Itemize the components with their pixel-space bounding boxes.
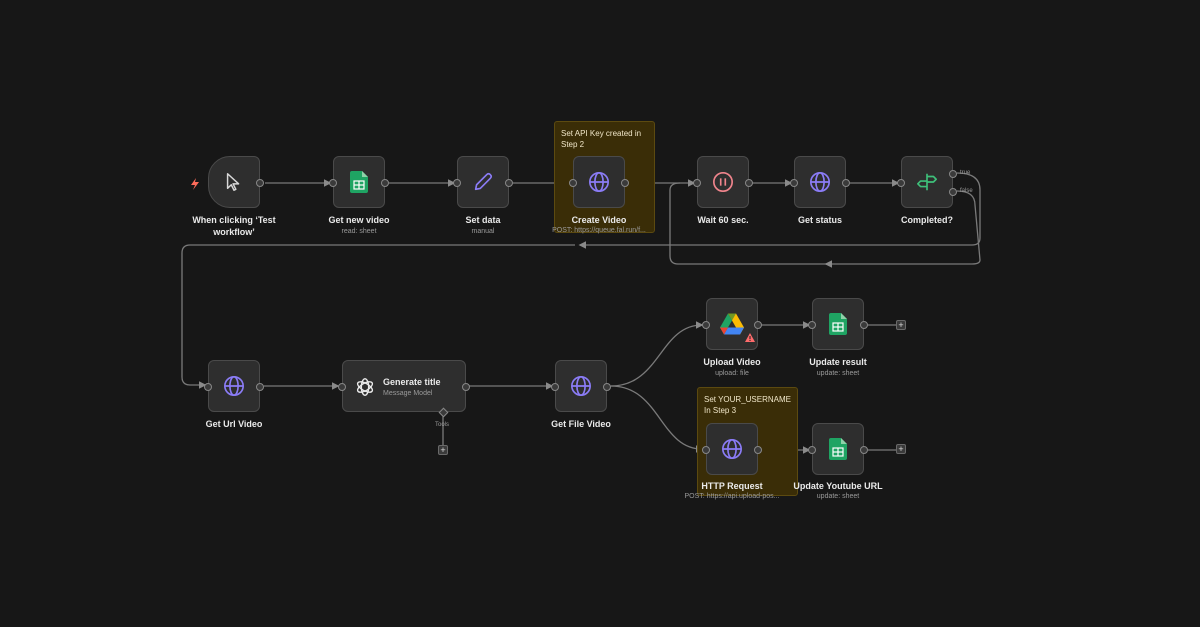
wait-output-handle[interactable] xyxy=(745,179,753,187)
completed-true-handle[interactable] xyxy=(949,170,957,178)
get-file-video-input-handle[interactable] xyxy=(551,383,559,391)
node-set-data[interactable] xyxy=(453,156,513,208)
get-file-video-output-handle[interactable] xyxy=(603,383,611,391)
get-status-output-handle[interactable] xyxy=(842,179,850,187)
sub-get-new-video: read: sheet xyxy=(341,228,377,235)
node-http-request[interactable] xyxy=(702,423,762,475)
update-result-output-handle[interactable] xyxy=(860,321,868,329)
sub-update-result: update: sheet xyxy=(816,370,860,377)
add-tool-button[interactable]: + xyxy=(438,445,448,455)
label-set-data: Set data xyxy=(465,215,501,225)
node-create-video[interactable] xyxy=(569,156,629,208)
get-url-video-input-handle[interactable] xyxy=(204,383,212,391)
add-after-update-youtube-button[interactable]: + xyxy=(896,444,906,454)
pause-icon xyxy=(712,171,734,193)
wait-input-handle[interactable] xyxy=(693,179,701,187)
cursor-icon xyxy=(223,171,245,193)
generate-title-label: Generate title xyxy=(383,377,441,387)
upload-video-output-handle[interactable] xyxy=(754,321,762,329)
trigger-output-handle[interactable] xyxy=(256,179,264,187)
signpost-icon xyxy=(916,171,938,193)
label-update-youtube-url: Update Youtube URL xyxy=(793,481,883,491)
sub-update-youtube-url: update: sheet xyxy=(816,493,860,500)
node-get-file-video[interactable] xyxy=(551,360,611,412)
label-get-status: Get status xyxy=(797,215,842,225)
openai-icon xyxy=(354,376,376,403)
google-sheets-icon xyxy=(829,438,847,460)
label-create-video: Create Video xyxy=(571,215,627,225)
label-get-new-video: Get new video xyxy=(328,215,390,225)
note-username-text: Set YOUR_USERNAME In Step 3 xyxy=(704,395,794,415)
completed-false-handle[interactable] xyxy=(949,188,957,196)
completed-true-label: true xyxy=(960,170,971,176)
upload-video-input-handle[interactable] xyxy=(702,321,710,329)
node-get-new-video[interactable] xyxy=(329,156,389,208)
set-data-output-handle[interactable] xyxy=(505,179,513,187)
get-url-video-output-handle[interactable] xyxy=(256,383,264,391)
http-request-output-handle[interactable] xyxy=(754,446,762,454)
completed-false-label: false xyxy=(960,188,973,194)
http-request-input-handle[interactable] xyxy=(702,446,710,454)
generate-title-output-handle[interactable] xyxy=(462,383,470,391)
generate-title-sub: Message Model xyxy=(383,390,433,397)
node-update-youtube-url[interactable] xyxy=(808,423,868,475)
create-video-output-handle[interactable] xyxy=(621,179,629,187)
label-update-result: Update result xyxy=(809,357,867,367)
generate-title-input-handle[interactable] xyxy=(338,383,346,391)
globe-icon xyxy=(721,438,743,460)
globe-icon xyxy=(588,171,610,193)
warning-icon xyxy=(745,329,755,347)
trigger-bolt-icon xyxy=(190,177,200,195)
get-status-input-handle[interactable] xyxy=(790,179,798,187)
node-completed[interactable] xyxy=(897,156,957,208)
label-get-url-video: Get Url Video xyxy=(205,419,263,429)
node-upload-video[interactable] xyxy=(702,298,762,350)
get-new-video-output-handle[interactable] xyxy=(381,179,389,187)
google-sheets-icon xyxy=(350,171,368,193)
get-new-video-input-handle[interactable] xyxy=(329,179,337,187)
create-video-input-handle[interactable] xyxy=(569,179,577,187)
node-update-result[interactable] xyxy=(808,298,868,350)
label-completed: Completed? xyxy=(900,215,953,225)
label-get-file-video: Get File Video xyxy=(551,419,611,429)
update-result-input-handle[interactable] xyxy=(808,321,816,329)
label-http-request: HTTP Request xyxy=(701,481,763,491)
update-youtube-output-handle[interactable] xyxy=(860,446,868,454)
node-trigger[interactable] xyxy=(208,156,264,208)
label-upload-video: Upload Video xyxy=(703,357,761,367)
sub-create-video: POST: https://queue.fal.run/f... xyxy=(552,227,646,234)
sub-set-data: manual xyxy=(471,228,495,235)
google-sheets-icon xyxy=(829,313,847,335)
set-data-input-handle[interactable] xyxy=(453,179,461,187)
pencil-icon xyxy=(472,171,494,193)
completed-input-handle[interactable] xyxy=(897,179,905,187)
google-drive-icon xyxy=(720,313,744,335)
note-api-key-text: Set API Key created in Step 2 xyxy=(561,129,644,149)
globe-icon xyxy=(223,375,245,397)
node-wait[interactable] xyxy=(693,156,753,208)
node-get-status[interactable] xyxy=(790,156,850,208)
node-generate-title[interactable]: Generate title Message Model xyxy=(338,360,470,418)
globe-icon xyxy=(809,171,831,193)
node-get-url-video[interactable] xyxy=(204,360,264,412)
globe-icon xyxy=(570,375,592,397)
update-youtube-input-handle[interactable] xyxy=(808,446,816,454)
label-trigger: When clicking ‘Test workflow’ xyxy=(192,215,276,237)
tools-label: Tools xyxy=(435,422,450,428)
add-after-update-result-button[interactable]: + xyxy=(896,320,906,330)
workflow-connections xyxy=(181,172,981,454)
